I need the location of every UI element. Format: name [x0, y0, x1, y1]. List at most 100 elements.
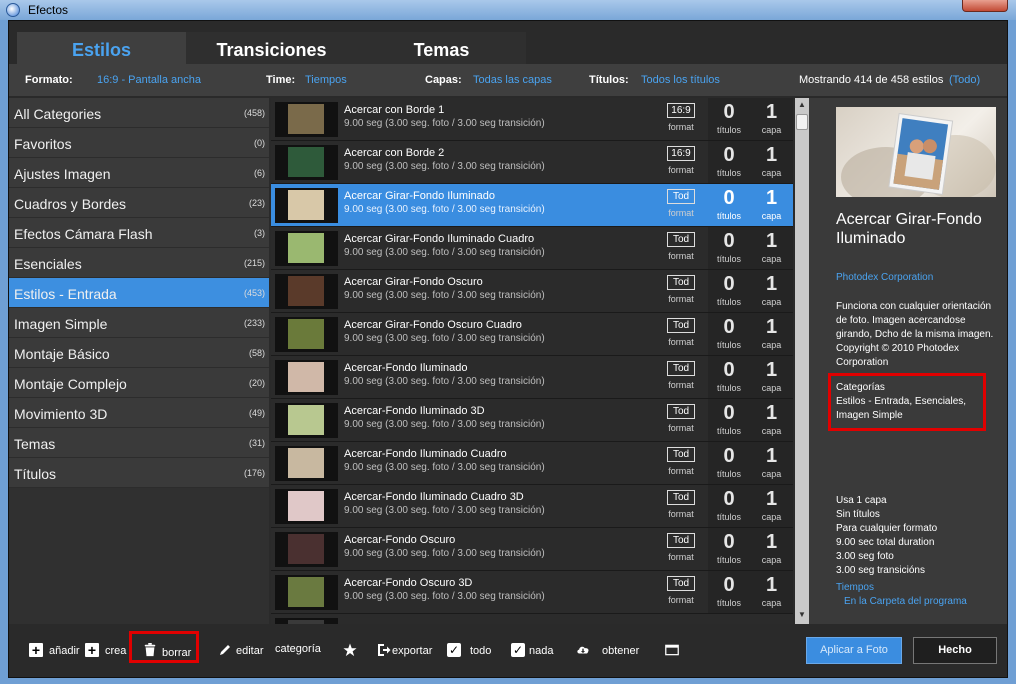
program-folder-link[interactable]: En la Carpeta del programa	[844, 596, 967, 607]
window-view-button[interactable]	[665, 643, 683, 663]
style-row[interactable]: Acercar-Fondo Oscuro 3D 9.00 seg (3.00 se…	[271, 571, 793, 614]
layers-filter-link[interactable]: Todas las capas	[473, 74, 552, 86]
category-item[interactable]: Efectos Cámara Flash (3)	[9, 218, 269, 248]
category-item-selected[interactable]: Estilos - Entrada (453)	[9, 278, 269, 308]
format-badge: 16:9	[667, 103, 695, 118]
apply-to-photo-button[interactable]: Aplicar a Foto	[806, 637, 902, 664]
tab-transiciones[interactable]: Transiciones	[186, 32, 357, 64]
format-caption: format	[668, 509, 694, 519]
categories-text: Estilos - Entrada, Esenciales, Imagen Si…	[836, 396, 967, 421]
layers-column: 1 capa	[750, 141, 793, 183]
style-row[interactable]: Acercar-Fondo Iluminado 3D 9.00 seg (3.00…	[271, 399, 793, 442]
category-label: Favoritos	[14, 136, 72, 152]
titles-column: 0 títulos	[708, 227, 750, 269]
titles-column: 0 títulos	[708, 399, 750, 441]
style-thumbnail	[275, 102, 338, 137]
style-row-duration: 9.00 seg (3.00 seg. foto / 3.00 seg tran…	[344, 376, 545, 387]
category-item[interactable]: Montaje Complejo (20)	[9, 368, 269, 398]
category-item[interactable]: Imagen Simple (233)	[9, 308, 269, 338]
edit-button[interactable]: editar	[218, 643, 268, 663]
style-row-duration: 9.00 seg (3.00 seg. foto / 3.00 seg tran…	[344, 548, 545, 559]
style-row[interactable]	[271, 614, 793, 624]
layers-count: 1	[765, 316, 778, 338]
tab-temas[interactable]: Temas	[357, 32, 526, 64]
format-badge: 16:9	[667, 146, 695, 161]
style-row[interactable]: Acercar-Fondo Iluminado 9.00 seg (3.00 se…	[271, 356, 793, 399]
layers-caption: capa	[761, 426, 782, 436]
style-author-link[interactable]: Photodex Corporation	[836, 272, 933, 283]
style-row[interactable]: Acercar Girar-Fondo Oscuro 9.00 seg (3.00…	[271, 270, 793, 313]
style-row[interactable]: Acercar Girar-Fondo Iluminado Cuadro 9.00…	[271, 227, 793, 270]
layers-column: 1 capa	[750, 98, 793, 140]
category-item[interactable]: Montaje Básico (58)	[9, 338, 269, 368]
style-row-title: Acercar Girar-Fondo Iluminado Cuadro	[344, 233, 535, 245]
app-logo-icon	[6, 3, 20, 17]
scroll-down-icon[interactable]: ▼	[797, 610, 807, 620]
titles-count: 0	[723, 144, 735, 166]
scroll-up-icon[interactable]: ▲	[797, 100, 807, 110]
select-none-label: nada	[529, 645, 554, 657]
category-button[interactable]: categoría	[275, 643, 327, 663]
window-icon	[665, 644, 679, 656]
format-caption: format	[668, 552, 694, 562]
pencil-icon	[220, 645, 230, 655]
category-item[interactable]: Movimiento 3D (49)	[9, 398, 269, 428]
style-row[interactable]: Acercar-Fondo Iluminado Cuadro 9.00 seg (…	[271, 442, 793, 485]
export-button[interactable]: exportar	[377, 643, 439, 663]
delete-button[interactable]: borrar	[143, 643, 195, 663]
select-none-button[interactable]: ✓ nada	[511, 643, 559, 663]
style-row[interactable]: Acercar con Borde 2 9.00 seg (3.00 seg. f…	[271, 141, 793, 184]
format-caption: format	[668, 337, 694, 347]
style-row-duration: 9.00 seg (3.00 seg. foto / 3.00 seg tran…	[344, 290, 545, 301]
thumbnail-image-icon	[288, 104, 324, 134]
style-row-selected[interactable]: Acercar Girar-Fondo Iluminado 9.00 seg (3…	[271, 184, 793, 227]
style-row-title: Acercar Girar-Fondo Oscuro	[344, 276, 483, 288]
titles-filter-link[interactable]: Todos los títulos	[641, 74, 720, 86]
category-count: (458)	[243, 108, 265, 118]
add-button[interactable]: + añadir	[29, 643, 80, 663]
tab-estilos[interactable]: Estilos	[17, 32, 186, 64]
close-window-button[interactable]	[962, 0, 1008, 12]
time-filter-link[interactable]: Tiempos	[305, 74, 347, 86]
delete-label: borrar	[162, 647, 192, 659]
show-all-link[interactable]: (Todo)	[949, 74, 980, 86]
category-item[interactable]: Temas (31)	[9, 428, 269, 458]
category-count: (23)	[248, 198, 265, 208]
style-list-scrollbar[interactable]: ▲ ▼	[795, 98, 809, 624]
category-item[interactable]: Esenciales (215)	[9, 248, 269, 278]
get-more-button[interactable]: obtener	[576, 643, 646, 663]
style-thumbnail	[275, 403, 338, 438]
format-badge: Tod	[667, 318, 695, 333]
category-item[interactable]: Ajustes Imagen (6)	[9, 158, 269, 188]
style-row-duration: 9.00 seg (3.00 seg. foto / 3.00 seg tran…	[344, 204, 545, 215]
done-button[interactable]: Hecho	[913, 637, 997, 664]
style-row[interactable]: Acercar con Borde 1 9.00 seg (3.00 seg. f…	[271, 98, 793, 141]
style-thumbnail	[275, 188, 338, 223]
select-all-button[interactable]: ✓ todo	[447, 643, 495, 663]
category-item[interactable]: All Categories (458)	[9, 98, 269, 128]
category-label: Efectos Cámara Flash	[14, 226, 153, 242]
favorite-button[interactable]	[343, 643, 361, 663]
category-label: categoría	[275, 643, 321, 655]
category-item[interactable]: Títulos (176)	[9, 458, 269, 488]
style-row[interactable]: Acercar-Fondo Oscuro 9.00 seg (3.00 seg. …	[271, 528, 793, 571]
category-item[interactable]: Favoritos (0)	[9, 128, 269, 158]
titles-column: 0 títulos	[708, 356, 750, 398]
times-link[interactable]: Tiempos	[836, 582, 874, 593]
style-thumbnail	[275, 274, 338, 309]
checkbox-checked-icon: ✓	[447, 643, 461, 657]
style-row[interactable]: Acercar Girar-Fondo Oscuro Cuadro 9.00 se…	[271, 313, 793, 356]
create-button[interactable]: + crea	[85, 643, 130, 663]
layers-caption: capa	[761, 555, 782, 565]
format-filter-link[interactable]: 16:9 - Pantalla ancha	[97, 74, 201, 86]
layers-count: 1	[765, 445, 778, 467]
titles-count: 0	[723, 273, 735, 295]
info-duration: 9.00 sec total duration	[836, 537, 935, 548]
style-row[interactable]: Acercar-Fondo Iluminado Cuadro 3D 9.00 se…	[271, 485, 793, 528]
style-row-duration: 9.00 seg (3.00 seg. foto / 3.00 seg tran…	[344, 333, 545, 344]
category-item[interactable]: Cuadros y Bordes (23)	[9, 188, 269, 218]
style-details-panel: Acercar Girar-Fondo Iluminado Photodex C…	[809, 98, 1007, 624]
category-count: (453)	[243, 288, 265, 298]
scrollbar-thumb[interactable]	[796, 114, 808, 130]
format-badge: Tod	[667, 361, 695, 376]
